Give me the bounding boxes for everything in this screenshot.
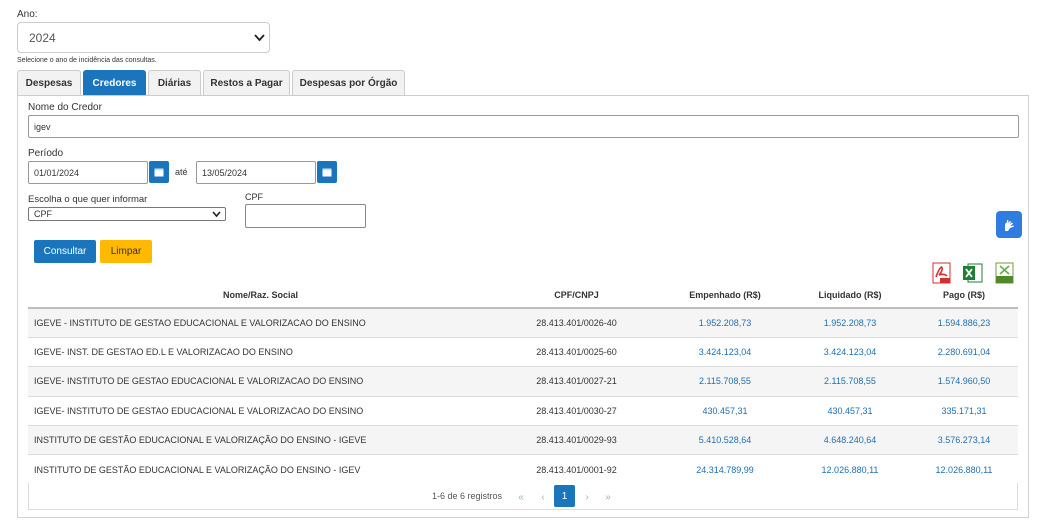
cell-doc: 28.413.401/0026-40 bbox=[493, 307, 660, 338]
header-pago[interactable]: Pago (R$) bbox=[910, 282, 1018, 309]
csv-icon bbox=[995, 262, 1014, 284]
pagination-info: 1-6 de 6 registros bbox=[432, 491, 503, 501]
credor-input[interactable]: igev bbox=[28, 115, 1019, 138]
cell-nome: IGEVE- INST. DE GESTAO ED.L E VALORIZACA… bbox=[28, 336, 493, 367]
header-empenhado[interactable]: Empenhado (R$) bbox=[660, 282, 790, 309]
calendar-icon bbox=[154, 168, 164, 177]
ate-label: até bbox=[175, 167, 188, 177]
date-to-calendar-button[interactable] bbox=[317, 161, 337, 183]
tab-label: Restos a Pagar bbox=[210, 78, 283, 89]
cell-nome: IGEVE- INSTITUTO DE GESTAO EDUCACIONAL E… bbox=[28, 395, 493, 426]
pdf-export-button[interactable] bbox=[932, 262, 951, 284]
cell-nome: INSTITUTO DE GESTÃO EDUCACIONAL E VALORI… bbox=[28, 425, 493, 455]
cell-empenhado-link[interactable]: 430.457,31 bbox=[660, 395, 790, 426]
table-header-row: Nome/Raz. Social CPF/CNPJ Empenhado (R$)… bbox=[28, 282, 1018, 309]
credor-label: Nome do Credor bbox=[28, 102, 102, 113]
credor-input-value: igev bbox=[34, 121, 51, 132]
cell-doc: 28.413.401/0025-60 bbox=[493, 336, 660, 367]
cell-empenhado-link[interactable]: 5.410.528,64 bbox=[660, 425, 790, 455]
tab-diarias[interactable]: Diárias bbox=[148, 70, 201, 96]
cell-liquidado-link[interactable]: 430.457,31 bbox=[790, 395, 910, 426]
cell-liquidado-link[interactable]: 12.026.880,11 bbox=[790, 454, 910, 485]
header-nome[interactable]: Nome/Raz. Social bbox=[28, 282, 493, 309]
cpf-input[interactable] bbox=[245, 204, 366, 228]
cell-nome: IGEVE- INSTITUTO DE GESTAO EDUCACIONAL E… bbox=[28, 366, 493, 397]
cpf-label: CPF bbox=[245, 192, 263, 202]
excel-export-button[interactable] bbox=[962, 262, 983, 284]
cell-doc: 28.413.401/0001-92 bbox=[493, 454, 660, 485]
cell-pago-link[interactable]: 12.026.880,11 bbox=[910, 454, 1018, 485]
table-row: INSTITUTO DE GESTÃO EDUCACIONAL E VALORI… bbox=[28, 425, 1018, 455]
table-row: IGEVE - INSTITUTO DE GESTAO EDUCACIONAL … bbox=[28, 307, 1018, 338]
choose-select-value: CPF bbox=[34, 209, 52, 219]
pagination-prev-button[interactable]: ‹ bbox=[534, 487, 552, 507]
date-from-value: 01/01/2024 bbox=[34, 167, 80, 178]
consultar-button[interactable]: Consultar bbox=[34, 240, 96, 263]
tab-label: Despesas por Órgão bbox=[299, 78, 398, 89]
cell-nome: IGEVE - INSTITUTO DE GESTAO EDUCACIONAL … bbox=[28, 307, 493, 338]
sign-language-icon bbox=[1005, 219, 1014, 231]
table-row: IGEVE- INST. DE GESTAO ED.L E VALORIZACA… bbox=[28, 336, 1018, 367]
tab-label: Credores bbox=[92, 78, 137, 89]
pagination-page-1[interactable]: 1 bbox=[554, 485, 575, 507]
pagination-footer: 1-6 de 6 registros « ‹ 1 › » bbox=[28, 483, 1018, 510]
calendar-icon bbox=[322, 168, 332, 177]
chevron-down-icon bbox=[254, 34, 265, 42]
tab-label: Despesas bbox=[25, 78, 73, 89]
tab-credores[interactable]: Credores bbox=[83, 70, 146, 96]
date-to-input[interactable]: 13/05/2024 bbox=[196, 161, 316, 184]
tab-label: Diárias bbox=[157, 78, 192, 89]
date-to-value: 13/05/2024 bbox=[202, 167, 248, 178]
cell-nome: INSTITUTO DE GESTÃO EDUCACIONAL E VALORI… bbox=[28, 454, 493, 485]
limpar-button[interactable]: Limpar bbox=[100, 240, 152, 263]
csv-export-button[interactable] bbox=[995, 262, 1014, 284]
date-from-calendar-button[interactable] bbox=[149, 161, 169, 183]
pagination-next-button[interactable]: › bbox=[578, 487, 596, 507]
tab-despesas[interactable]: Despesas bbox=[17, 70, 81, 96]
cell-pago-link[interactable]: 1.574.960,50 bbox=[910, 366, 1018, 397]
table-row: INSTITUTO DE GESTÃO EDUCACIONAL E VALORI… bbox=[28, 454, 1018, 485]
cell-liquidado-link[interactable]: 3.424.123,04 bbox=[790, 336, 910, 367]
date-from-input[interactable]: 01/01/2024 bbox=[28, 161, 148, 184]
periodo-label: Período bbox=[28, 148, 64, 159]
tab-despesas-por-orgao[interactable]: Despesas por Órgão bbox=[292, 70, 405, 96]
pdf-icon bbox=[932, 262, 951, 284]
cell-liquidado-link[interactable]: 2.115.708,55 bbox=[790, 366, 910, 397]
cell-empenhado-link[interactable]: 3.424.123,04 bbox=[660, 336, 790, 367]
header-liquidado[interactable]: Liquidado (R$) bbox=[790, 282, 910, 309]
cell-liquidado-link[interactable]: 1.952.208,73 bbox=[790, 307, 910, 338]
choose-label: Escolha o que quer informar bbox=[28, 194, 148, 205]
cell-doc: 28.413.401/0027-21 bbox=[493, 366, 660, 397]
cell-empenhado-link[interactable]: 2.115.708,55 bbox=[660, 366, 790, 397]
table-row: IGEVE- INSTITUTO DE GESTAO EDUCACIONAL E… bbox=[28, 395, 1018, 426]
cell-pago-link[interactable]: 335.171,31 bbox=[910, 395, 1018, 426]
tab-restos-a-pagar[interactable]: Restos a Pagar bbox=[203, 70, 290, 96]
cell-pago-link[interactable]: 3.576.273,14 bbox=[910, 425, 1018, 455]
excel-icon bbox=[963, 263, 983, 283]
cell-doc: 28.413.401/0029-93 bbox=[493, 425, 660, 455]
accessibility-button[interactable] bbox=[996, 211, 1022, 238]
year-select[interactable]: 2024 bbox=[17, 22, 270, 53]
table-row: IGEVE- INSTITUTO DE GESTAO EDUCACIONAL E… bbox=[28, 366, 1018, 397]
credores-table: Nome/Raz. Social CPF/CNPJ Empenhado (R$)… bbox=[28, 282, 1018, 485]
cell-pago-link[interactable]: 1.594.886,23 bbox=[910, 307, 1018, 338]
chevron-down-icon bbox=[212, 211, 221, 218]
cell-liquidado-link[interactable]: 4.648.240,64 bbox=[790, 425, 910, 455]
header-cpf-cnpj[interactable]: CPF/CNPJ bbox=[493, 282, 660, 309]
cell-empenhado-link[interactable]: 1.952.208,73 bbox=[660, 307, 790, 338]
pagination-last-button[interactable]: » bbox=[599, 487, 617, 507]
pagination-first-button[interactable]: « bbox=[512, 487, 530, 507]
year-label: Ano: bbox=[17, 9, 38, 20]
year-select-value: 2024 bbox=[29, 31, 56, 45]
cell-empenhado-link[interactable]: 24.314.789,99 bbox=[660, 454, 790, 485]
cell-pago-link[interactable]: 2.280.691,04 bbox=[910, 336, 1018, 367]
cell-doc: 28.413.401/0030-27 bbox=[493, 395, 660, 426]
year-hint: Selecione o ano de incidência das consul… bbox=[17, 57, 157, 64]
choose-select[interactable]: CPF bbox=[28, 207, 226, 221]
